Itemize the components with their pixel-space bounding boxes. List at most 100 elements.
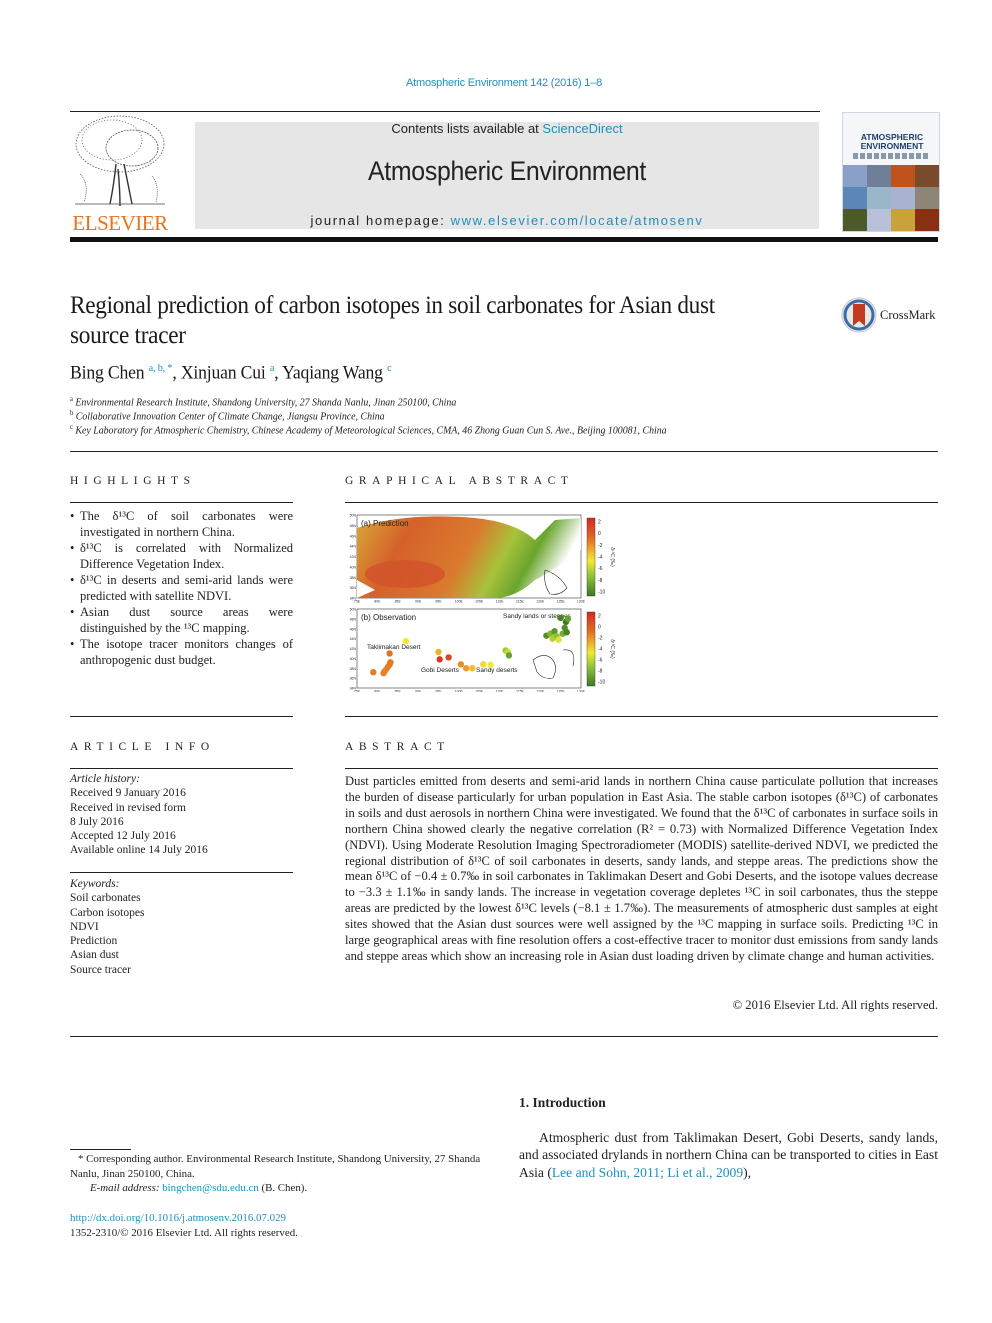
observation-site-point — [487, 661, 494, 668]
history-item: Received 9 January 2016 — [70, 787, 186, 800]
introduction-heading: 1. Introduction — [519, 1095, 606, 1110]
section-divider — [70, 451, 938, 452]
article-info-rule — [70, 768, 293, 769]
journal-citation[interactable]: Atmospheric Environment 142 (2016) 1–8 — [0, 77, 992, 89]
email-link[interactable]: bingchen@sdu.edu.cn — [162, 1182, 259, 1194]
lon-tick-label: 80E — [374, 690, 381, 693]
cover-title: ATMOSPHERIC ENVIRONMENT — [847, 133, 937, 151]
colorbar-tick-label: -8 — [598, 669, 603, 675]
colorbar-tick-label: -6 — [598, 566, 603, 572]
contents-line: Contents lists available at ScienceDirec… — [195, 121, 819, 136]
colorbar-tick-label: -2 — [598, 636, 603, 642]
lon-tick-label: 110E — [496, 600, 505, 604]
sciencedirect-link[interactable]: ScienceDirect — [542, 121, 622, 136]
observation-site-point — [469, 665, 476, 672]
header-rule — [70, 111, 820, 112]
lat-tick-label: 48N — [350, 617, 357, 621]
affiliation-mark: c — [70, 423, 73, 431]
cover-subtitle-decoration — [853, 153, 929, 159]
affiliation-mark: b — [70, 409, 74, 417]
keyword: Soil carbonates — [70, 892, 141, 905]
lat-tick-label: 40N — [350, 565, 357, 569]
colorbar-tick-label: 2 — [598, 520, 601, 526]
observation-site-point — [370, 669, 377, 676]
lon-tick-label: 125E — [557, 600, 566, 604]
lon-tick-label: 105E — [475, 690, 484, 693]
observation-site-point — [386, 650, 393, 657]
cover-photo-grid — [843, 165, 939, 231]
author-marks[interactable]: a — [270, 362, 275, 374]
colorbar-tick-label: -2 — [598, 543, 603, 549]
journal-cover-image[interactable]: ATMOSPHERIC ENVIRONMENT — [842, 112, 940, 232]
lon-tick-label: 120E — [536, 600, 545, 604]
author-marks[interactable]: c — [387, 362, 392, 374]
corresponding-author-note: * Corresponding author. Environmental Re… — [70, 1153, 481, 1180]
highlights-heading: HIGHLIGHTS — [70, 475, 196, 487]
lon-tick-label: 90E — [415, 690, 422, 693]
lon-tick-label: 115E — [516, 690, 525, 693]
lat-tick-label: 46N — [350, 534, 357, 538]
highlights-bottom-rule — [70, 716, 293, 717]
colorbar-tick-label: -6 — [598, 658, 603, 664]
lon-tick-label: 110E — [496, 690, 505, 693]
lon-tick-label: 100E — [455, 600, 464, 604]
graphical-abstract-bottom-rule — [345, 716, 938, 717]
taklimakan-region — [365, 560, 445, 588]
history-item: 8 July 2016 — [70, 815, 124, 828]
colorbar-a-scale — [586, 517, 596, 597]
observation-site-point — [564, 615, 572, 623]
author-marks[interactable]: a, b, * — [149, 362, 173, 374]
colorbar-a-label: δ¹³C (‰) — [609, 547, 615, 567]
observation-site-point — [462, 665, 470, 672]
colorbar-a: 2 0 -2 -4 -6 -8 -10 δ¹³C (‰) — [586, 517, 615, 597]
highlights-rule — [70, 502, 293, 503]
graphical-abstract-heading: GRAPHICAL ABSTRACT — [345, 475, 574, 487]
lat-tick-label: 46N — [350, 627, 357, 631]
author-list: Bing Chen a, b, *, Xinjuan Cui a, Yaqian… — [70, 362, 392, 384]
observation-site-point — [387, 659, 394, 666]
colorbar-tick-label: -10 — [598, 590, 605, 596]
history-label: Article history: — [70, 773, 140, 785]
lat-tick-label: 40N — [350, 657, 357, 661]
observation-site-point — [445, 654, 452, 661]
lon-tick-label: 115E — [516, 600, 525, 604]
citation-link[interactable]: Lee and Sohn, 2011; Li et al., 2009 — [552, 1165, 743, 1180]
observation-site-point — [480, 661, 487, 668]
observation-site-point — [555, 636, 562, 643]
author-name[interactable]: Xinjuan Cui — [181, 362, 266, 383]
lon-tick-label: 95E — [435, 690, 442, 693]
graphical-abstract-figure[interactable]: (a) Prediction (b) Observation Taklimaka… — [345, 510, 615, 693]
highlight-item: The δ¹³C of soil carbonates were investi… — [70, 508, 293, 540]
affiliation-text: Key Laboratory for Atmospheric Chemistry… — [75, 425, 667, 437]
lat-tick-label: 36N — [350, 586, 357, 590]
affiliation-mark: a — [70, 395, 73, 403]
lat-tick-label: 42N — [350, 555, 357, 559]
colorbar-tick-label: -4 — [598, 647, 603, 653]
author-name[interactable]: Yaqiang Wang — [282, 362, 383, 383]
lon-tick-label: 100E — [455, 690, 464, 693]
abstract-body: Dust particles emitted from deserts and … — [345, 774, 938, 963]
journal-homepage: journal homepage: www.elsevier.com/locat… — [195, 213, 819, 228]
history-item: Accepted 12 July 2016 — [70, 830, 176, 843]
email-line: E-mail address: bingchen@sdu.edu.cn (B. … — [90, 1181, 510, 1196]
homepage-link[interactable]: www.elsevier.com/locate/atmosenv — [451, 213, 704, 228]
lon-tick-label: 95E — [435, 600, 442, 604]
colorbar-tick-label: -8 — [598, 578, 603, 584]
introduction-paragraph: Atmospheric dust from Taklimakan Desert,… — [519, 1129, 938, 1181]
lat-tick-label: 50N — [350, 608, 357, 612]
header-thick-rule — [70, 237, 938, 242]
panel-a-label: (a) Prediction — [361, 519, 409, 528]
observation-site-point — [402, 637, 410, 645]
colorbar-tick-label: 0 — [598, 625, 601, 631]
keywords-rule — [70, 872, 293, 873]
doi-link[interactable]: http://dx.doi.org/10.1016/j.atmosenv.201… — [70, 1212, 286, 1224]
keyword: Carbon isotopes — [70, 906, 145, 919]
cover-title-line2: ENVIRONMENT — [860, 141, 924, 151]
crossmark-button[interactable]: CrossMark — [840, 296, 940, 336]
history-item: Available online 14 July 2016 — [70, 844, 208, 857]
homepage-prefix: journal homepage: — [310, 213, 451, 228]
author-name[interactable]: Bing Chen — [70, 362, 145, 383]
keyword: Prediction — [70, 935, 118, 948]
issn-line: 1352-2310/© 2016 Elsevier Ltd. All right… — [70, 1227, 298, 1239]
elsevier-wordmark: ELSEVIER — [72, 211, 168, 235]
